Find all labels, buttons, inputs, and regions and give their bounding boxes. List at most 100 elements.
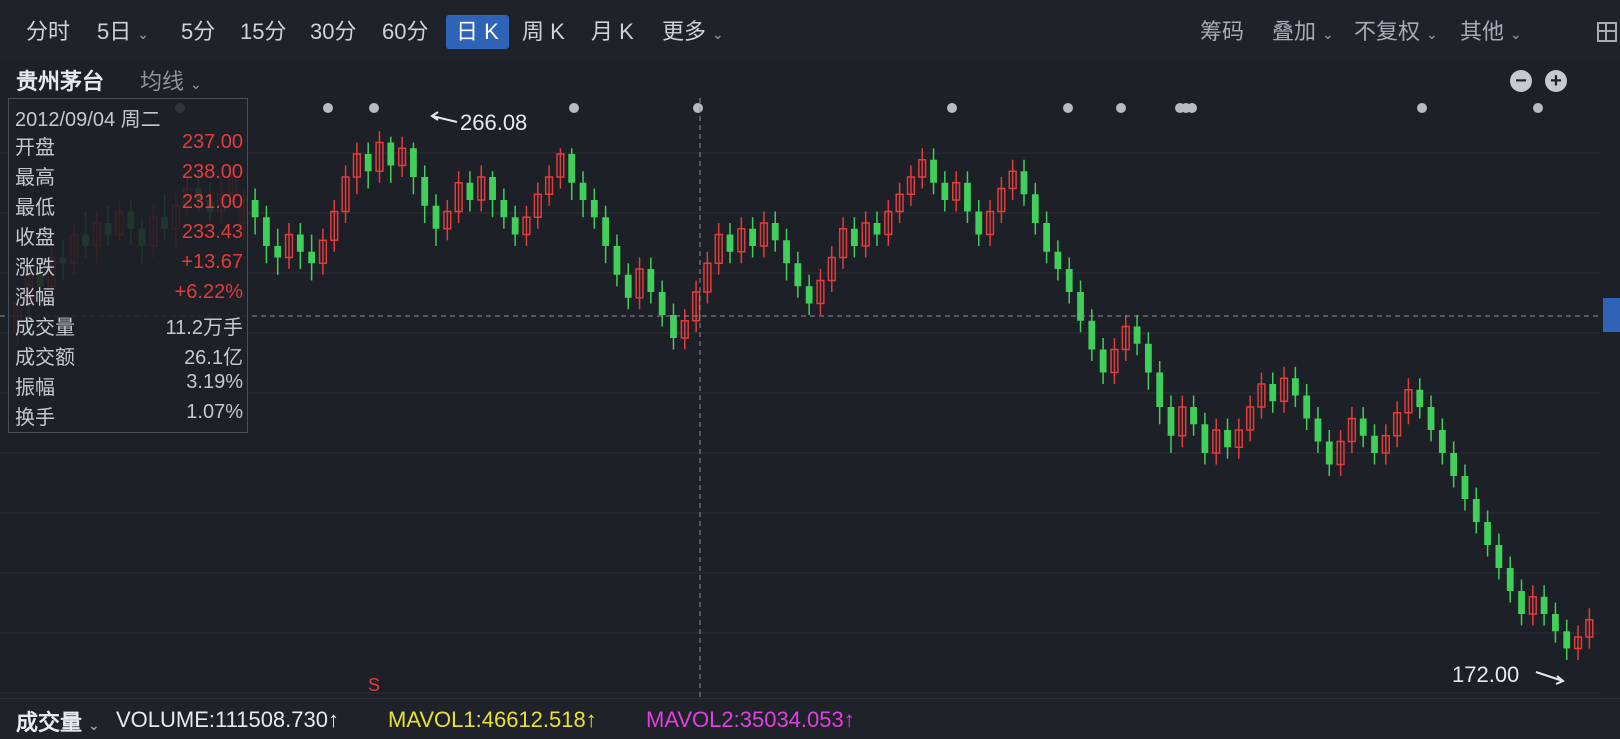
period-toolbar: 分时 5日 ⌄ 5分 15分 30分 60分 日 K 周 K 月 K 更多 ⌄ 筹码… bbox=[0, 0, 1620, 61]
chevron-down-icon: ⌄ bbox=[137, 26, 149, 42]
candle-body bbox=[1506, 568, 1514, 591]
candle-body bbox=[1518, 591, 1525, 614]
event-markers bbox=[175, 103, 1543, 113]
tab-60min[interactable]: 60分 bbox=[382, 15, 428, 49]
candle-body bbox=[500, 200, 508, 218]
grid-layout-icon[interactable] bbox=[1597, 22, 1617, 42]
high-arrow bbox=[430, 111, 458, 123]
zoom-out-button[interactable]: − bbox=[1510, 70, 1532, 92]
candle-body bbox=[624, 274, 632, 298]
candle-body bbox=[274, 246, 282, 258]
tab-30min[interactable]: 30分 bbox=[310, 15, 356, 49]
info-row-close: 收盘 233.43 bbox=[15, 221, 243, 249]
ma-dropdown[interactable]: 均线 ⌄ bbox=[140, 64, 202, 96]
candle-body bbox=[296, 234, 304, 252]
other-dropdown[interactable]: 其他 ⌄ bbox=[1460, 15, 1522, 49]
event-dot[interactable] bbox=[323, 103, 333, 113]
chips-button[interactable]: 筹码 bbox=[1200, 15, 1244, 49]
event-dot[interactable] bbox=[1187, 103, 1197, 113]
tab-timeshare[interactable]: 分时 bbox=[26, 15, 70, 49]
candle-body bbox=[1359, 418, 1367, 436]
candle-body bbox=[794, 263, 802, 287]
candle-body bbox=[1201, 424, 1209, 453]
candle-body bbox=[432, 205, 440, 229]
candle-body bbox=[387, 142, 395, 166]
event-dot[interactable] bbox=[1533, 103, 1543, 113]
info-row-low: 最低 231.00 bbox=[15, 191, 243, 219]
tab-more[interactable]: 更多 ⌄ bbox=[662, 15, 724, 49]
event-dot[interactable] bbox=[569, 103, 579, 113]
event-dot[interactable] bbox=[1417, 103, 1427, 113]
candle-body bbox=[1167, 407, 1175, 436]
candle-body bbox=[251, 200, 259, 218]
candle-body bbox=[1133, 326, 1141, 344]
info-row-turnover: 换手 1.07% bbox=[15, 401, 243, 429]
candle-body bbox=[771, 223, 779, 241]
candle-body bbox=[421, 177, 429, 206]
quote-info-panel: 2012/09/04 周二 开盘 237.00 最高 238.00 最低 231.00… bbox=[8, 98, 248, 433]
candle-body bbox=[1065, 269, 1073, 292]
tab-week-k[interactable]: 周 K bbox=[522, 15, 565, 49]
event-dot[interactable] bbox=[369, 103, 379, 113]
candle-body bbox=[1088, 320, 1096, 350]
candle-body bbox=[1031, 194, 1039, 223]
candle-body bbox=[1224, 430, 1231, 448]
tab-15min[interactable]: 15分 bbox=[240, 15, 286, 49]
candle-body bbox=[850, 228, 858, 246]
candle-body bbox=[1450, 453, 1458, 476]
candle-body bbox=[1563, 631, 1571, 649]
candles bbox=[13, 131, 1594, 660]
candle-body bbox=[1484, 522, 1491, 545]
candle-body bbox=[579, 182, 587, 200]
tab-5day[interactable]: 5日 ⌄ bbox=[97, 15, 149, 49]
candle-body bbox=[1020, 171, 1028, 195]
mavol2-value: MAVOL2:35034.053↑ bbox=[646, 707, 855, 732]
candle-body bbox=[1269, 384, 1277, 402]
candle-body bbox=[1190, 407, 1197, 425]
info-row-volume: 成交量 11.2万手 bbox=[15, 317, 243, 339]
info-row-amplitude: 振幅 3.19% bbox=[15, 371, 243, 399]
candle-body bbox=[568, 154, 576, 183]
event-dot[interactable] bbox=[693, 103, 703, 113]
candle-body bbox=[805, 286, 813, 304]
zoom-in-button[interactable]: + bbox=[1545, 70, 1567, 92]
crosshair-price-tag bbox=[1603, 298, 1620, 332]
candle-body bbox=[466, 182, 474, 200]
candle-body bbox=[1043, 223, 1050, 252]
event-dot[interactable] bbox=[1063, 103, 1073, 113]
volume-dropdown[interactable]: 成交量 ⌄ bbox=[16, 705, 100, 737]
tab-day-k[interactable]: 日 K bbox=[446, 15, 509, 49]
candle-body bbox=[308, 251, 316, 264]
candle-body bbox=[1472, 499, 1480, 522]
chevron-down-icon: ⌄ bbox=[1322, 26, 1334, 42]
candle-body bbox=[670, 315, 677, 338]
chevron-down-icon: ⌄ bbox=[712, 26, 724, 42]
candle-body bbox=[1461, 476, 1469, 499]
candle-body bbox=[1314, 418, 1322, 442]
chevron-down-icon: ⌄ bbox=[1510, 26, 1522, 42]
candle-body bbox=[410, 148, 417, 177]
candle-body bbox=[941, 182, 949, 200]
quote-date: 2012/09/04 周二 bbox=[15, 109, 161, 131]
candle-body bbox=[1144, 343, 1152, 373]
event-dot[interactable] bbox=[947, 103, 957, 113]
sell-marker: S bbox=[368, 675, 380, 695]
candle-body bbox=[590, 200, 598, 218]
candle-body bbox=[364, 154, 372, 172]
adjust-dropdown[interactable]: 不复权 ⌄ bbox=[1354, 15, 1438, 49]
high-price-label: 266.08 bbox=[460, 110, 527, 135]
candle-body bbox=[1325, 441, 1333, 465]
chevron-down-icon: ⌄ bbox=[190, 76, 202, 92]
overlay-dropdown[interactable]: 叠加 ⌄ bbox=[1272, 15, 1334, 49]
candle-body bbox=[658, 292, 666, 315]
tab-month-k[interactable]: 月 K bbox=[591, 15, 634, 49]
tab-5min[interactable]: 5分 bbox=[181, 15, 215, 49]
candle-body bbox=[1291, 378, 1299, 396]
info-row-high: 最高 238.00 bbox=[15, 161, 243, 189]
candle-body bbox=[930, 159, 937, 183]
chevron-down-icon: ⌄ bbox=[1426, 26, 1438, 42]
event-dot[interactable] bbox=[1116, 103, 1126, 113]
chevron-down-icon: ⌄ bbox=[88, 717, 100, 733]
candle-body bbox=[1156, 372, 1164, 407]
info-row-amount: 成交额 26.1亿 bbox=[15, 347, 243, 369]
